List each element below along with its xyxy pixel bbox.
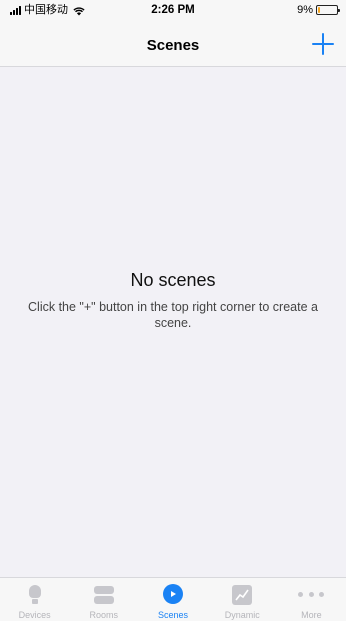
tab-bar: Devices Rooms Scenes Dynamic More xyxy=(0,577,346,621)
page-title: Scenes xyxy=(146,37,200,54)
more-icon xyxy=(298,592,325,598)
tab-label: Devices xyxy=(18,610,51,620)
tab-label: Scenes xyxy=(157,610,189,620)
status-right: 9% xyxy=(297,4,340,16)
tab-devices[interactable]: Devices xyxy=(0,578,69,621)
tab-scenes[interactable]: Scenes xyxy=(138,578,207,621)
tab-label: Rooms xyxy=(89,610,119,620)
tab-more[interactable]: More xyxy=(277,578,346,621)
tab-dynamic[interactable]: Dynamic xyxy=(208,578,277,621)
add-scene-button[interactable] xyxy=(310,31,336,57)
rooms-icon xyxy=(93,585,114,605)
tab-label: More xyxy=(301,610,322,620)
tab-label: Dynamic xyxy=(224,610,260,620)
play-icon xyxy=(163,584,183,604)
empty-state-title: No scenes xyxy=(130,270,216,290)
battery-icon xyxy=(316,5,340,15)
status-time: 2:26 PM xyxy=(151,4,195,16)
empty-state-description: Click the "+" button in the top right co… xyxy=(28,300,318,330)
battery-percent: 9% xyxy=(297,4,313,16)
tab-rooms[interactable]: Rooms xyxy=(69,578,138,621)
status-bar: 中国移动 2:26 PM 9% xyxy=(0,0,346,20)
navigation-bar: Scenes xyxy=(0,20,346,67)
battery-level xyxy=(318,7,320,13)
chart-icon xyxy=(232,585,253,605)
empty-state: No scenes Click the "+" button in the to… xyxy=(0,270,346,331)
bulb-icon xyxy=(28,585,41,607)
